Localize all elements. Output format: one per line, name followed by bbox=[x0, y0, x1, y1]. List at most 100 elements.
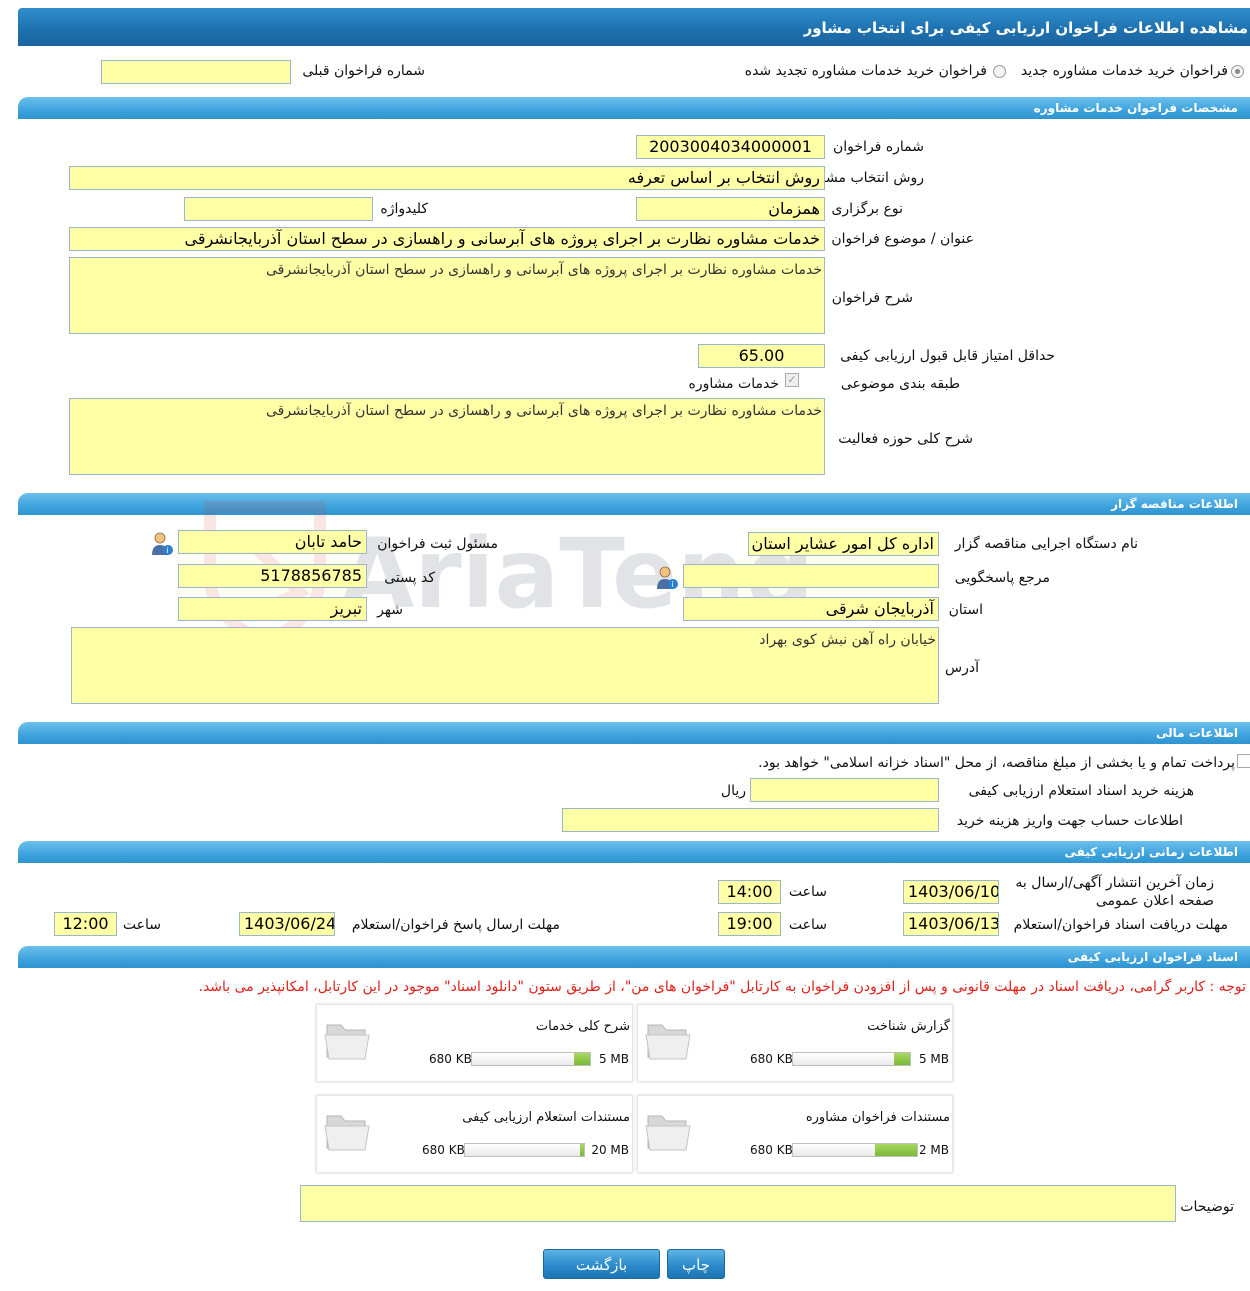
file-progress-fill bbox=[574, 1053, 590, 1065]
activity-label: شرح کلی حوزه فعالیت bbox=[838, 431, 973, 447]
file-card[interactable]: شرح کلی خدمات 5 MB 680 KB bbox=[316, 1004, 633, 1082]
send-time-field: 12:00 bbox=[54, 912, 117, 936]
receive-deadline-label: مهلت دریافت اسناد فراخوان/استعلام bbox=[1013, 917, 1228, 933]
keyword-label: کلیدواژه bbox=[380, 201, 428, 217]
file-title: شرح کلی خدمات bbox=[535, 1019, 630, 1034]
documents-note: توجه : کاربر گرامی، دریافت اسناد در مهلت… bbox=[198, 979, 1247, 995]
section-documents-header: اسناد فراخوان ارزیابی کیفی bbox=[18, 946, 1250, 968]
radio-renewed-call[interactable] bbox=[993, 65, 1006, 78]
holding-type-field: همزمان bbox=[636, 197, 825, 221]
file-size: 680 KB bbox=[422, 1143, 465, 1157]
min-score-label: حداقل امتیاز قابل قبول ارزیابی کیفی bbox=[840, 348, 1055, 364]
svg-text:i: i bbox=[671, 580, 673, 589]
doc-cost-label: هزینه خرید اسناد استعلام ارزیابی کیفی bbox=[968, 783, 1194, 799]
notes-label: توضیحات bbox=[1180, 1199, 1234, 1215]
send-time-label: ساعت bbox=[122, 917, 161, 933]
category-value: خدمات مشاوره bbox=[688, 376, 779, 392]
reference-field bbox=[683, 564, 939, 588]
folder-icon bbox=[324, 1115, 370, 1151]
postal-field: 5178856785 bbox=[178, 564, 367, 588]
postal-label: کد پستی bbox=[384, 570, 435, 586]
category-label: طبقه بندی موضوعی bbox=[840, 376, 960, 392]
description-label: شرح فراخوان bbox=[831, 290, 913, 306]
doc-cost-field bbox=[750, 778, 939, 802]
file-title: مستندات فراخوان مشاوره bbox=[805, 1110, 950, 1125]
publish-label: زمان آخرین انتشار آگهی/ارسال به صفحه اعل… bbox=[1015, 875, 1214, 909]
radio-new-call[interactable] bbox=[1231, 65, 1244, 78]
file-progress-bar bbox=[464, 1143, 585, 1157]
selection-method-label: روش انتخاب مشاور bbox=[808, 170, 924, 186]
publish-time-field: 14:00 bbox=[718, 880, 781, 904]
city-field: تبریز bbox=[178, 597, 367, 621]
notes-field bbox=[300, 1185, 1176, 1222]
file-title: مستندات استعلام ارزیابی کیفی bbox=[462, 1110, 630, 1125]
folder-icon bbox=[645, 1115, 691, 1151]
file-size: 680 KB bbox=[750, 1052, 793, 1066]
section-financial-header: اطلاعات مالی bbox=[18, 722, 1250, 744]
city-label: شهر bbox=[377, 602, 403, 618]
reference-label: مرجع پاسخگویی bbox=[954, 570, 1050, 586]
org-field: اداره کل امور عشایر استان bbox=[748, 532, 939, 556]
send-date-field: 1403/06/24 bbox=[239, 912, 335, 936]
call-number-field: 2003004034000001 bbox=[636, 135, 825, 159]
min-score-field: 65.00 bbox=[698, 344, 825, 368]
holding-type-label: نوع برگزاری bbox=[831, 201, 903, 217]
file-card[interactable]: مستندات فراخوان مشاوره 2 MB 680 KB bbox=[637, 1095, 953, 1173]
subject-label: عنوان / موضوع فراخوان bbox=[831, 231, 974, 247]
section-specs-header: مشخصات فراخوان خدمات مشاوره bbox=[18, 97, 1250, 119]
org-label: نام دستگاه اجرایی مناقصه گزار bbox=[954, 536, 1138, 552]
file-progress-bar bbox=[792, 1143, 918, 1157]
file-progress-fill bbox=[894, 1053, 910, 1065]
province-label: استان bbox=[948, 602, 983, 618]
folder-icon bbox=[324, 1024, 370, 1060]
receive-date-field: 1403/06/13 bbox=[903, 912, 999, 936]
registrar-label: مسئول ثبت فراخوان bbox=[377, 536, 498, 552]
currency-label: ریال bbox=[720, 783, 746, 799]
file-max-size: 20 MB bbox=[591, 1143, 629, 1157]
file-progress-bar bbox=[792, 1052, 911, 1066]
file-card[interactable]: گزارش شناخت 5 MB 680 KB bbox=[637, 1004, 953, 1082]
send-deadline-label: مهلت ارسال پاسخ فراخوان/استعلام bbox=[351, 917, 560, 933]
address-label: آدرس bbox=[945, 660, 979, 676]
back-button[interactable]: بازگشت bbox=[543, 1249, 660, 1279]
file-progress-fill bbox=[579, 1144, 584, 1156]
activity-field: خدمات مشاوره نظارت بر اجرای پروژه های آب… bbox=[69, 398, 825, 475]
subject-field: خدمات مشاوره نظارت بر اجرای پروژه های آب… bbox=[69, 227, 825, 251]
prev-number-label: شماره فراخوان قبلی bbox=[302, 63, 425, 79]
file-max-size: 5 MB bbox=[598, 1052, 629, 1066]
address-field: خیابان راه آهن نبش کوی بهراد bbox=[71, 627, 939, 704]
page-title: مشاهده اطلاعات فراخوان ارزیابی کیفی برای… bbox=[18, 8, 1250, 46]
treasury-checkbox[interactable] bbox=[1237, 754, 1250, 768]
section-tenderer-header: اطلاعات مناقصه گزار bbox=[18, 493, 1250, 515]
file-card[interactable]: مستندات استعلام ارزیابی کیفی 20 MB 680 K… bbox=[316, 1095, 633, 1173]
file-size: 680 KB bbox=[750, 1143, 793, 1157]
file-progress-bar bbox=[471, 1052, 591, 1066]
section-timing-header: اطلاعات زمانی ارزیابی کیفی bbox=[18, 841, 1250, 863]
category-checkbox: ✓ bbox=[785, 373, 799, 387]
account-label: اطلاعات حساب جهت واریز هزینه خرید bbox=[956, 813, 1183, 829]
keyword-field bbox=[184, 197, 373, 221]
radio-new-label: فراخوان خرید خدمات مشاوره جدید bbox=[1020, 63, 1228, 79]
province-field: آذربایجان شرقی bbox=[683, 597, 939, 621]
folder-icon bbox=[645, 1024, 691, 1060]
receive-time-label: ساعت bbox=[788, 917, 827, 933]
file-max-size: 5 MB bbox=[918, 1052, 949, 1066]
receive-time-field: 19:00 bbox=[718, 912, 781, 936]
print-button[interactable]: چاپ bbox=[667, 1249, 725, 1279]
reference-user-icon[interactable]: i bbox=[655, 565, 679, 591]
treasury-text: پرداخت تمام و یا بخشی از مبلغ مناقصه، از… bbox=[758, 755, 1235, 771]
file-max-size: 2 MB bbox=[918, 1143, 949, 1157]
file-title: گزارش شناخت bbox=[867, 1019, 950, 1034]
account-field bbox=[562, 808, 939, 832]
svg-text:i: i bbox=[166, 546, 168, 555]
user-info-icon[interactable]: i bbox=[150, 531, 174, 557]
file-progress-fill bbox=[874, 1144, 917, 1156]
registrar-field: حامد تابان bbox=[178, 530, 367, 554]
selection-method-field: روش انتخاب بر اساس تعرفه bbox=[69, 166, 825, 190]
prev-number-field[interactable] bbox=[101, 60, 291, 84]
radio-renewed-label: فراخوان خرید خدمات مشاوره تجدید شده bbox=[744, 63, 987, 79]
publish-time-label: ساعت bbox=[788, 884, 827, 900]
description-field: خدمات مشاوره نظارت بر اجرای پروژه های آب… bbox=[69, 257, 825, 334]
publish-date-field: 1403/06/10 bbox=[903, 880, 999, 904]
call-number-label: شماره فراخوان bbox=[833, 139, 924, 155]
